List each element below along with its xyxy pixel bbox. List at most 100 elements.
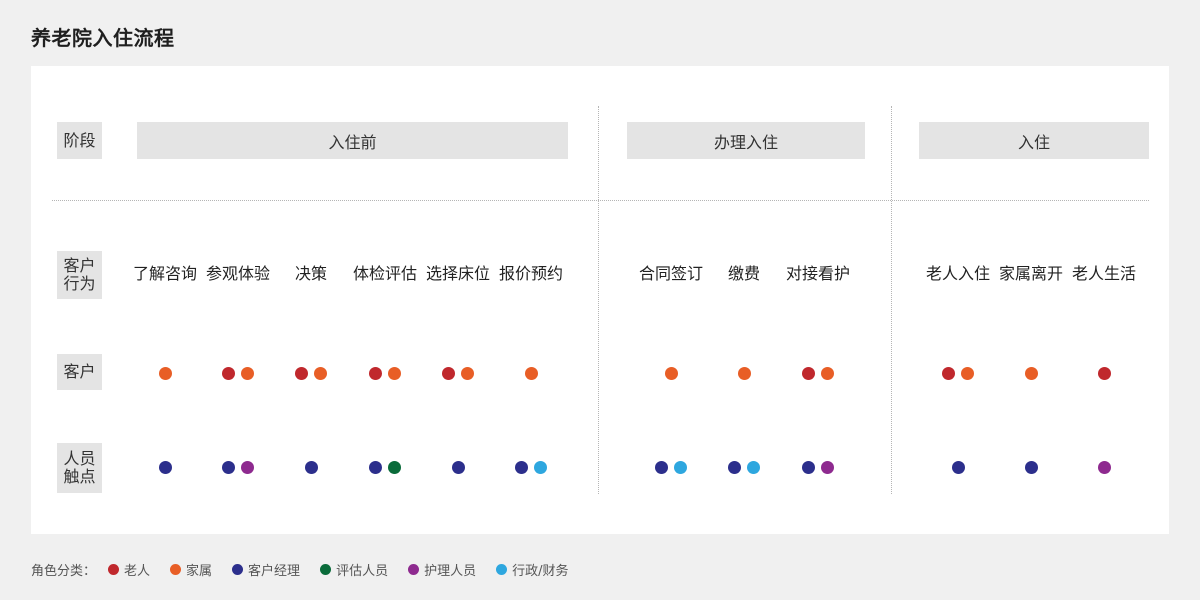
role-dot-admin (674, 461, 687, 474)
role-dot-manager (451, 461, 465, 474)
role-dot-elder (802, 367, 815, 380)
role-dot-elder (369, 367, 382, 380)
legend-dot (408, 564, 420, 575)
stage-before-checkin: 入住前 (137, 122, 568, 159)
role-dot-family (388, 367, 401, 380)
role-dot-family (961, 367, 974, 380)
staff-role-dots (714, 461, 774, 474)
role-dot-family (158, 367, 172, 380)
role-dot-manager (515, 461, 528, 474)
stage-residence: 入住 (919, 122, 1149, 159)
role-dot-family (241, 367, 254, 380)
legend: 角色分类： 老人 家属 客户经理 评估人员 护理人员 行政/财务 (31, 560, 588, 579)
customer-role-dots (1074, 367, 1134, 380)
role-dot-family (821, 367, 834, 380)
legend-item-admin: 行政/财务 (496, 560, 568, 579)
role-dot-admin (747, 461, 760, 474)
stage-divider (891, 106, 892, 494)
staff-role-dots (208, 461, 268, 474)
customer-role-dots (928, 367, 988, 380)
legend-item-nurse: 护理人员 (408, 560, 476, 579)
staff-role-dots (928, 461, 988, 474)
customer-action-label: 了解咨询 (132, 264, 197, 283)
role-dot-manager (655, 461, 668, 474)
legend-item-manager: 客户经理 (232, 560, 300, 579)
role-dot-nurse (1097, 461, 1111, 474)
row-label-behavior: 客户行为 (57, 251, 102, 299)
row-label-staff: 人员触点 (57, 443, 102, 493)
staff-role-dots (355, 461, 415, 474)
customer-role-dots (281, 367, 341, 380)
staff-role-dots (281, 461, 341, 474)
staff-role-dots (135, 461, 195, 474)
legend-dot (232, 564, 244, 575)
customer-action-label: 缴费 (727, 264, 760, 283)
legend-dot (496, 564, 508, 575)
role-dot-family (461, 367, 474, 380)
legend-label: 客户经理 (248, 564, 301, 579)
customer-action-label: 参观体验 (205, 264, 270, 283)
role-dot-elder (442, 367, 455, 380)
staff-role-dots (1074, 461, 1134, 474)
customer-role-dots (714, 367, 774, 380)
customer-role-dots (428, 367, 488, 380)
customer-role-dots (135, 367, 195, 380)
stage-divider (598, 106, 599, 494)
page-title: 养老院入住流程 (31, 26, 175, 50)
customer-action-label: 体检评估 (352, 264, 417, 283)
role-dot-family (1024, 367, 1038, 380)
role-dot-manager (728, 461, 741, 474)
role-dot-elder (222, 367, 235, 380)
role-dot-family (524, 367, 538, 380)
legend-item-elder: 老人 (108, 560, 150, 579)
role-dot-family (664, 367, 678, 380)
customer-role-dots (788, 367, 848, 380)
legend-dot (108, 564, 120, 575)
role-dot-admin (534, 461, 547, 474)
role-dot-assessor (388, 461, 401, 474)
role-dot-manager (951, 461, 965, 474)
role-dot-nurse (241, 461, 254, 474)
customer-action-label: 合同签订 (638, 264, 703, 283)
role-dot-nurse (821, 461, 834, 474)
role-dot-manager (369, 461, 382, 474)
header-divider (52, 200, 1149, 201)
row-label-stage: 阶段 (57, 122, 102, 159)
customer-role-dots (501, 367, 561, 380)
role-dot-manager (802, 461, 815, 474)
staff-role-dots (788, 461, 848, 474)
legend-dot (170, 564, 182, 575)
staff-role-dots (428, 461, 488, 474)
role-dot-manager (222, 461, 235, 474)
role-dot-elder (1097, 367, 1111, 380)
role-dot-elder (295, 367, 308, 380)
customer-action-label: 老人生活 (1071, 264, 1136, 283)
legend-label: 家属 (186, 564, 213, 579)
staff-role-dots (1001, 461, 1061, 474)
customer-action-label: 家属离开 (998, 264, 1063, 283)
customer-action-label: 报价预约 (498, 264, 563, 283)
role-dot-manager (1024, 461, 1038, 474)
customer-action-label: 对接看护 (785, 264, 850, 283)
role-dot-elder (942, 367, 955, 380)
staff-role-dots (501, 461, 561, 474)
customer-role-dots (641, 367, 701, 380)
role-dot-family (314, 367, 327, 380)
legend-item-family: 家属 (170, 560, 212, 579)
legend-label: 护理人员 (424, 564, 477, 579)
customer-role-dots (1001, 367, 1061, 380)
role-dot-family (737, 367, 751, 380)
legend-title: 角色分类： (31, 564, 97, 579)
customer-action-label: 决策 (294, 264, 327, 283)
customer-role-dots (355, 367, 415, 380)
legend-item-assessor: 评估人员 (320, 560, 388, 579)
staff-role-dots (641, 461, 701, 474)
legend-label: 老人 (124, 564, 151, 579)
legend-label: 行政/财务 (512, 564, 569, 579)
legend-dot (320, 564, 332, 575)
row-label-customer: 客户 (57, 354, 102, 390)
role-dot-manager (304, 461, 318, 474)
stage-checkin-procedure: 办理入住 (627, 122, 865, 159)
customer-role-dots (208, 367, 268, 380)
customer-action-label: 选择床位 (425, 264, 490, 283)
